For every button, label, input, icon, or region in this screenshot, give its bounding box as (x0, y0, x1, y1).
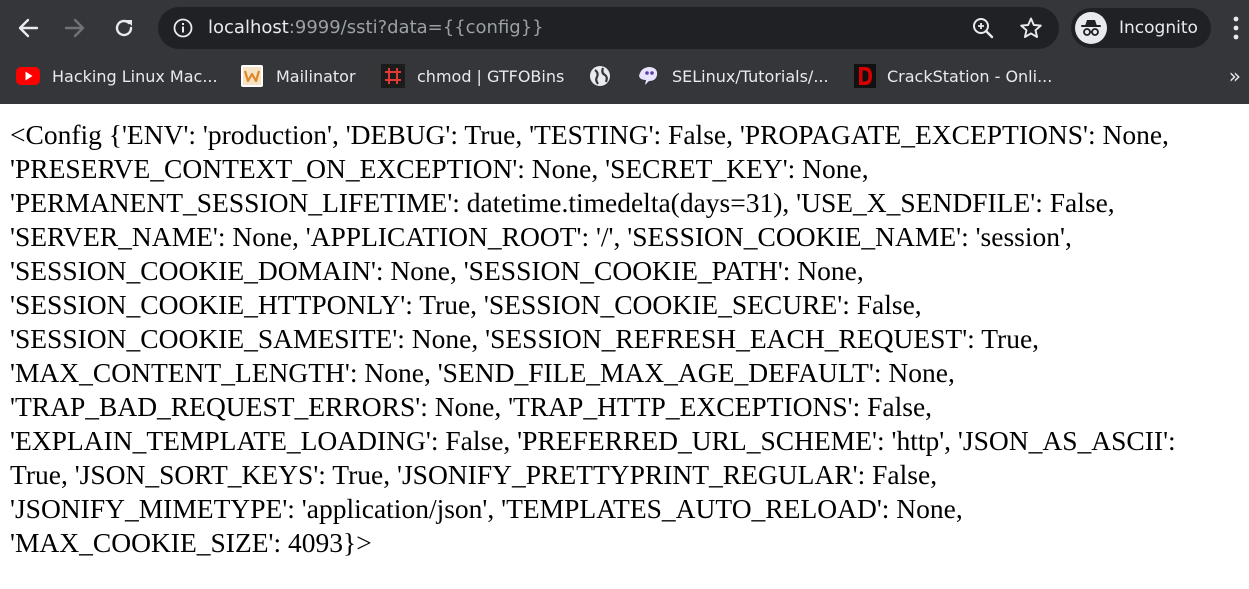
url-text[interactable]: localhost:9999/ssti?data={{config}} (208, 7, 544, 49)
browser-toolbar: localhost:9999/ssti?data={{config}} Inco… (0, 0, 1249, 56)
bookmark-star-icon[interactable] (1019, 16, 1043, 40)
back-button[interactable] (10, 10, 46, 46)
bookmark-selinux[interactable]: SELinux/Tutorials/... (636, 62, 829, 90)
bookmark-hacking-linux[interactable]: Hacking Linux Mac... (16, 62, 218, 90)
url-host: localhost (208, 17, 289, 38)
mailinator-icon (240, 64, 264, 88)
bookmarks-overflow-button[interactable]: » (1229, 62, 1241, 90)
address-bar[interactable]: localhost:9999/ssti?data={{config}} (158, 7, 1059, 49)
crackstation-icon (853, 64, 877, 88)
bookmark-gtfobins[interactable]: chmod | GTFOBins (381, 62, 564, 90)
bookmark-label: SELinux/Tutorials/... (672, 66, 829, 86)
bookmark-label: Mailinator (276, 66, 356, 86)
browser-chrome: localhost:9999/ssti?data={{config}} Inco… (0, 0, 1249, 104)
forward-button[interactable] (57, 10, 93, 46)
incognito-icon (1075, 12, 1107, 44)
config-output-text: <Config {'ENV': 'production', 'DEBUG': T… (10, 119, 1176, 558)
bookmark-label: CrackStation - Onli... (887, 66, 1053, 86)
url-path: :9999/ssti?data={{config}} (288, 17, 544, 38)
arrow-left-icon (18, 18, 39, 38)
info-icon[interactable] (172, 17, 194, 39)
incognito-label: Incognito (1119, 18, 1198, 38)
bookmark-crackstation[interactable]: CrackStation - Onli... (853, 62, 1052, 90)
youtube-icon (16, 64, 40, 88)
gtfobins-icon (381, 64, 405, 88)
zoom-icon[interactable] (971, 16, 995, 40)
reload-button[interactable] (106, 10, 142, 46)
bookmark-label: chmod | GTFOBins (417, 66, 565, 86)
bookmarks-bar: Hacking Linux Mac... Mailinator chmod | … (0, 56, 1249, 96)
arrow-right-icon (64, 18, 85, 38)
page-content: <Config {'ENV': 'production', 'DEBUG': T… (0, 104, 1249, 589)
incognito-profile-button[interactable]: Incognito (1071, 8, 1211, 48)
more-menu-icon[interactable] (1226, 14, 1246, 42)
bookmark-globe[interactable] (588, 62, 612, 90)
globe-icon (588, 64, 612, 88)
reload-icon (115, 19, 133, 37)
bookmark-mailinator[interactable]: Mailinator (240, 62, 356, 90)
selinux-icon (636, 64, 660, 88)
bookmark-label: Hacking Linux Mac... (52, 66, 218, 86)
